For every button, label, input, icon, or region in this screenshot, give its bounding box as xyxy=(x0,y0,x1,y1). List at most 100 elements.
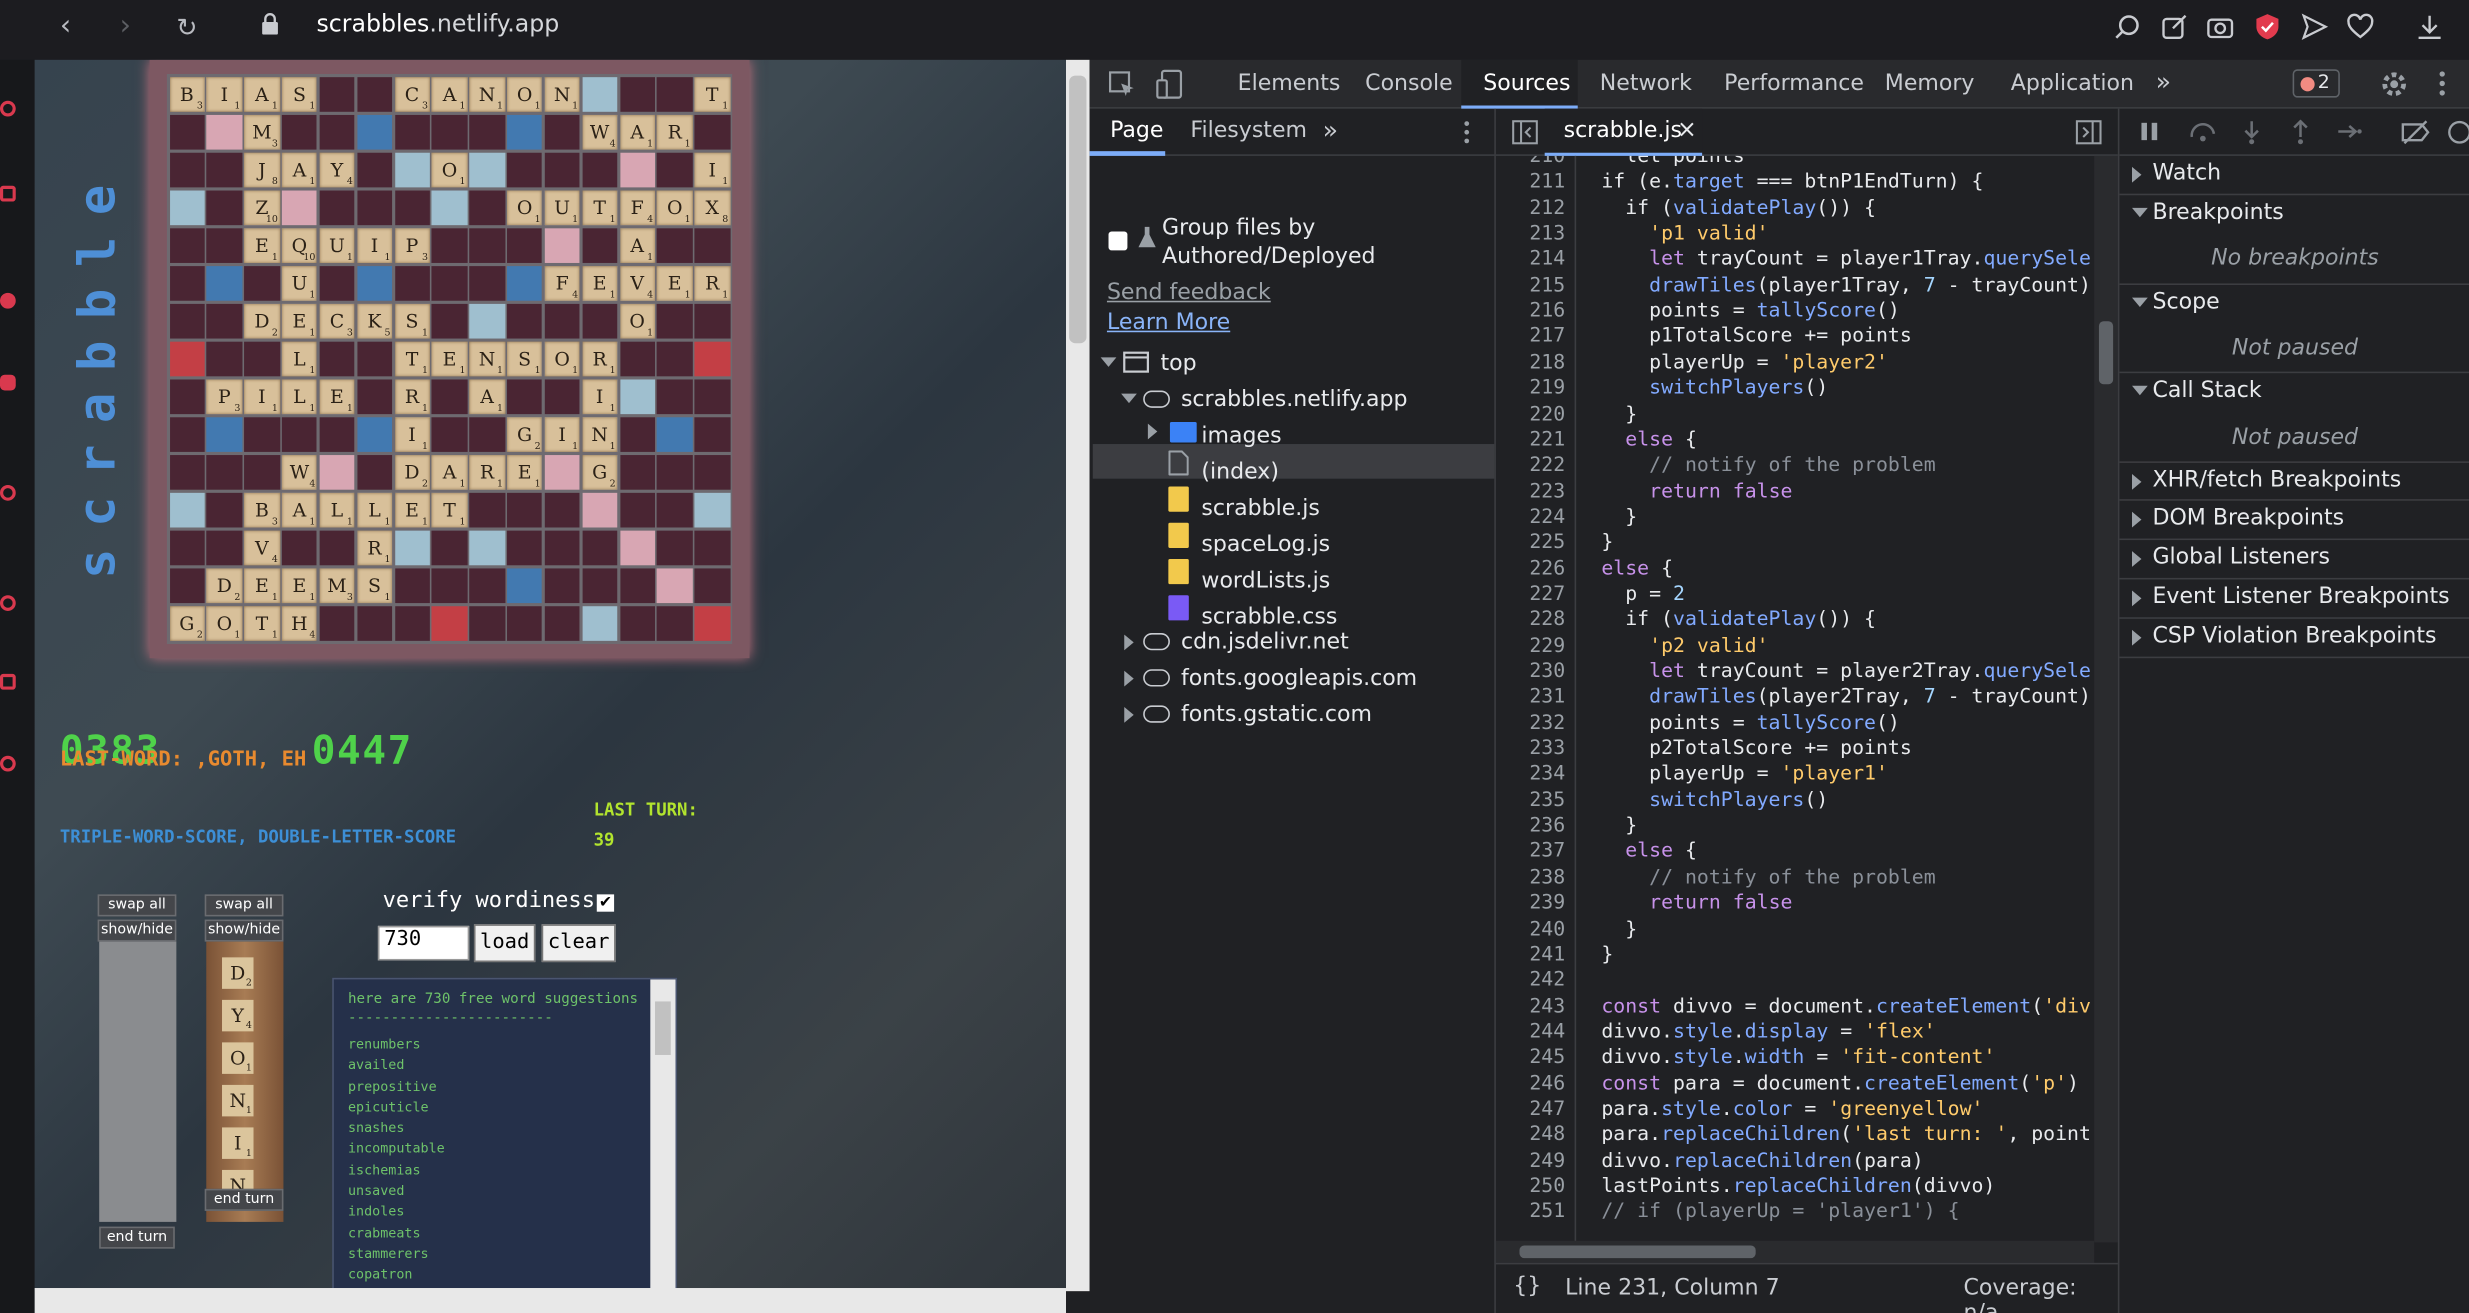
board-square[interactable] xyxy=(657,227,693,264)
board-tile[interactable]: R1 xyxy=(582,341,618,377)
page-horizontal-scrollbar[interactable] xyxy=(34,1288,1067,1313)
line-number[interactable]: 251 xyxy=(1496,1199,1565,1223)
step-icon[interactable] xyxy=(2337,121,2362,141)
board-square[interactable] xyxy=(507,303,543,339)
code-line[interactable]: lastPoints.replaceChildren(divvo) xyxy=(1601,1173,1995,1197)
board-square[interactable] xyxy=(582,303,618,339)
line-number[interactable]: 228 xyxy=(1496,607,1565,631)
board-tile[interactable]: L1 xyxy=(356,492,393,529)
board-square[interactable] xyxy=(356,152,393,188)
board-tile[interactable]: D2 xyxy=(244,303,280,339)
line-number[interactable]: 245 xyxy=(1496,1044,1565,1068)
board-square[interactable] xyxy=(544,492,580,529)
tree-file-scrabble-css[interactable]: scrabble.css xyxy=(1201,605,1337,630)
board-square[interactable] xyxy=(206,492,242,529)
board-square[interactable] xyxy=(694,492,730,529)
line-number[interactable]: 241 xyxy=(1496,941,1565,965)
line-number[interactable]: 233 xyxy=(1496,735,1565,759)
board-tile[interactable]: I1 xyxy=(206,76,242,112)
board-tile[interactable]: D2 xyxy=(394,454,430,491)
board-square[interactable] xyxy=(507,152,543,188)
tab-application[interactable]: Application xyxy=(2011,71,2134,96)
board-square[interactable] xyxy=(582,227,618,264)
board-square[interactable] xyxy=(694,227,730,264)
toggle-navigator-icon[interactable] xyxy=(1512,120,1539,145)
board-tile[interactable]: G2 xyxy=(169,606,205,642)
board-tile[interactable]: N1 xyxy=(544,76,580,112)
code-line[interactable]: if (validatePlay()) { xyxy=(1601,195,1876,219)
code-line[interactable]: let trayCount = player2Tray.querySele xyxy=(1601,658,2091,682)
line-number[interactable]: 244 xyxy=(1496,1019,1565,1043)
board-square[interactable] xyxy=(469,265,505,302)
board-square[interactable] xyxy=(694,530,730,566)
board-square[interactable] xyxy=(356,454,393,491)
address-bar[interactable]: scrabbles.netlify.app xyxy=(316,9,559,37)
shield-icon[interactable] xyxy=(2253,13,2281,41)
board-square[interactable] xyxy=(544,303,580,339)
board-tile[interactable]: E1 xyxy=(244,227,280,264)
clear-button[interactable]: clear xyxy=(541,924,616,963)
board-square[interactable] xyxy=(431,303,468,339)
board-square[interactable] xyxy=(507,114,543,150)
tab-filesystem[interactable]: Filesystem xyxy=(1190,118,1307,143)
sidebar-app-icon[interactable] xyxy=(0,100,16,117)
dom-breakpoints-section[interactable]: DOM Breakpoints xyxy=(2119,501,2469,541)
board-square[interactable] xyxy=(507,568,543,604)
board-square[interactable] xyxy=(169,152,205,188)
line-number[interactable]: 226 xyxy=(1496,555,1565,579)
board-square[interactable] xyxy=(319,606,355,642)
board-tile[interactable]: A1 xyxy=(469,379,505,415)
board-square[interactable] xyxy=(694,606,730,642)
board-square[interactable] xyxy=(469,530,505,566)
board-square[interactable] xyxy=(469,416,505,453)
board-square[interactable] xyxy=(356,189,393,226)
line-number[interactable]: 219 xyxy=(1496,375,1565,399)
board-square[interactable] xyxy=(356,416,393,453)
board-square[interactable] xyxy=(356,76,393,112)
step-out-icon[interactable] xyxy=(2291,119,2310,145)
event-listener-breakpoints-section[interactable]: Event Listener Breakpoints xyxy=(2119,579,2469,619)
line-number[interactable]: 250 xyxy=(1496,1173,1565,1197)
inspect-icon[interactable] xyxy=(1108,71,1136,98)
board-square[interactable] xyxy=(431,379,468,415)
board-square[interactable] xyxy=(694,454,730,491)
board-tile[interactable]: P3 xyxy=(206,379,242,415)
board-tile[interactable]: O1 xyxy=(507,189,543,226)
board-square[interactable] xyxy=(582,606,618,642)
csp-violation-breakpoints-section[interactable]: CSP Violation Breakpoints xyxy=(2119,619,2469,659)
board-square[interactable] xyxy=(356,379,393,415)
board-square[interactable] xyxy=(694,303,730,339)
p2-show-hide-button[interactable]: show/hide xyxy=(204,919,284,942)
board-square[interactable] xyxy=(657,416,693,453)
board-tile[interactable]: E1 xyxy=(281,568,318,604)
board-square[interactable] xyxy=(206,189,242,226)
board-tile[interactable]: H4 xyxy=(281,606,318,642)
board-square[interactable] xyxy=(544,568,580,604)
board-square[interactable] xyxy=(431,114,468,150)
tray-tile[interactable]: Y4 xyxy=(222,999,254,1032)
expand-host-icon[interactable] xyxy=(1124,706,1134,723)
board-square[interactable] xyxy=(544,152,580,188)
board-tile[interactable]: E1 xyxy=(657,265,693,302)
toggle-debugger-icon[interactable] xyxy=(2075,120,2102,145)
p1-end-turn-button[interactable]: end turn xyxy=(99,1226,175,1249)
board-tile[interactable]: E1 xyxy=(281,303,318,339)
board-square[interactable] xyxy=(394,606,430,642)
board-square[interactable] xyxy=(169,568,205,604)
board-square[interactable] xyxy=(206,265,242,302)
line-number[interactable]: 247 xyxy=(1496,1096,1565,1120)
board-tile[interactable]: U1 xyxy=(544,189,580,226)
code-line[interactable]: } xyxy=(1601,941,1613,965)
board-square[interactable] xyxy=(619,152,655,188)
board-tile[interactable]: W4 xyxy=(582,114,618,150)
board-square[interactable] xyxy=(431,227,468,264)
line-number[interactable]: 218 xyxy=(1496,349,1565,373)
tree-file-wordlists-js[interactable]: wordLists.js xyxy=(1201,568,1330,593)
global-listeners-section[interactable]: Global Listeners xyxy=(2119,540,2469,580)
board-square[interactable] xyxy=(356,341,393,377)
board-tile[interactable]: E1 xyxy=(394,492,430,529)
board-square[interactable] xyxy=(281,189,318,226)
line-number[interactable]: 232 xyxy=(1496,710,1565,734)
board-square[interactable] xyxy=(319,265,355,302)
board-square[interactable] xyxy=(469,227,505,264)
